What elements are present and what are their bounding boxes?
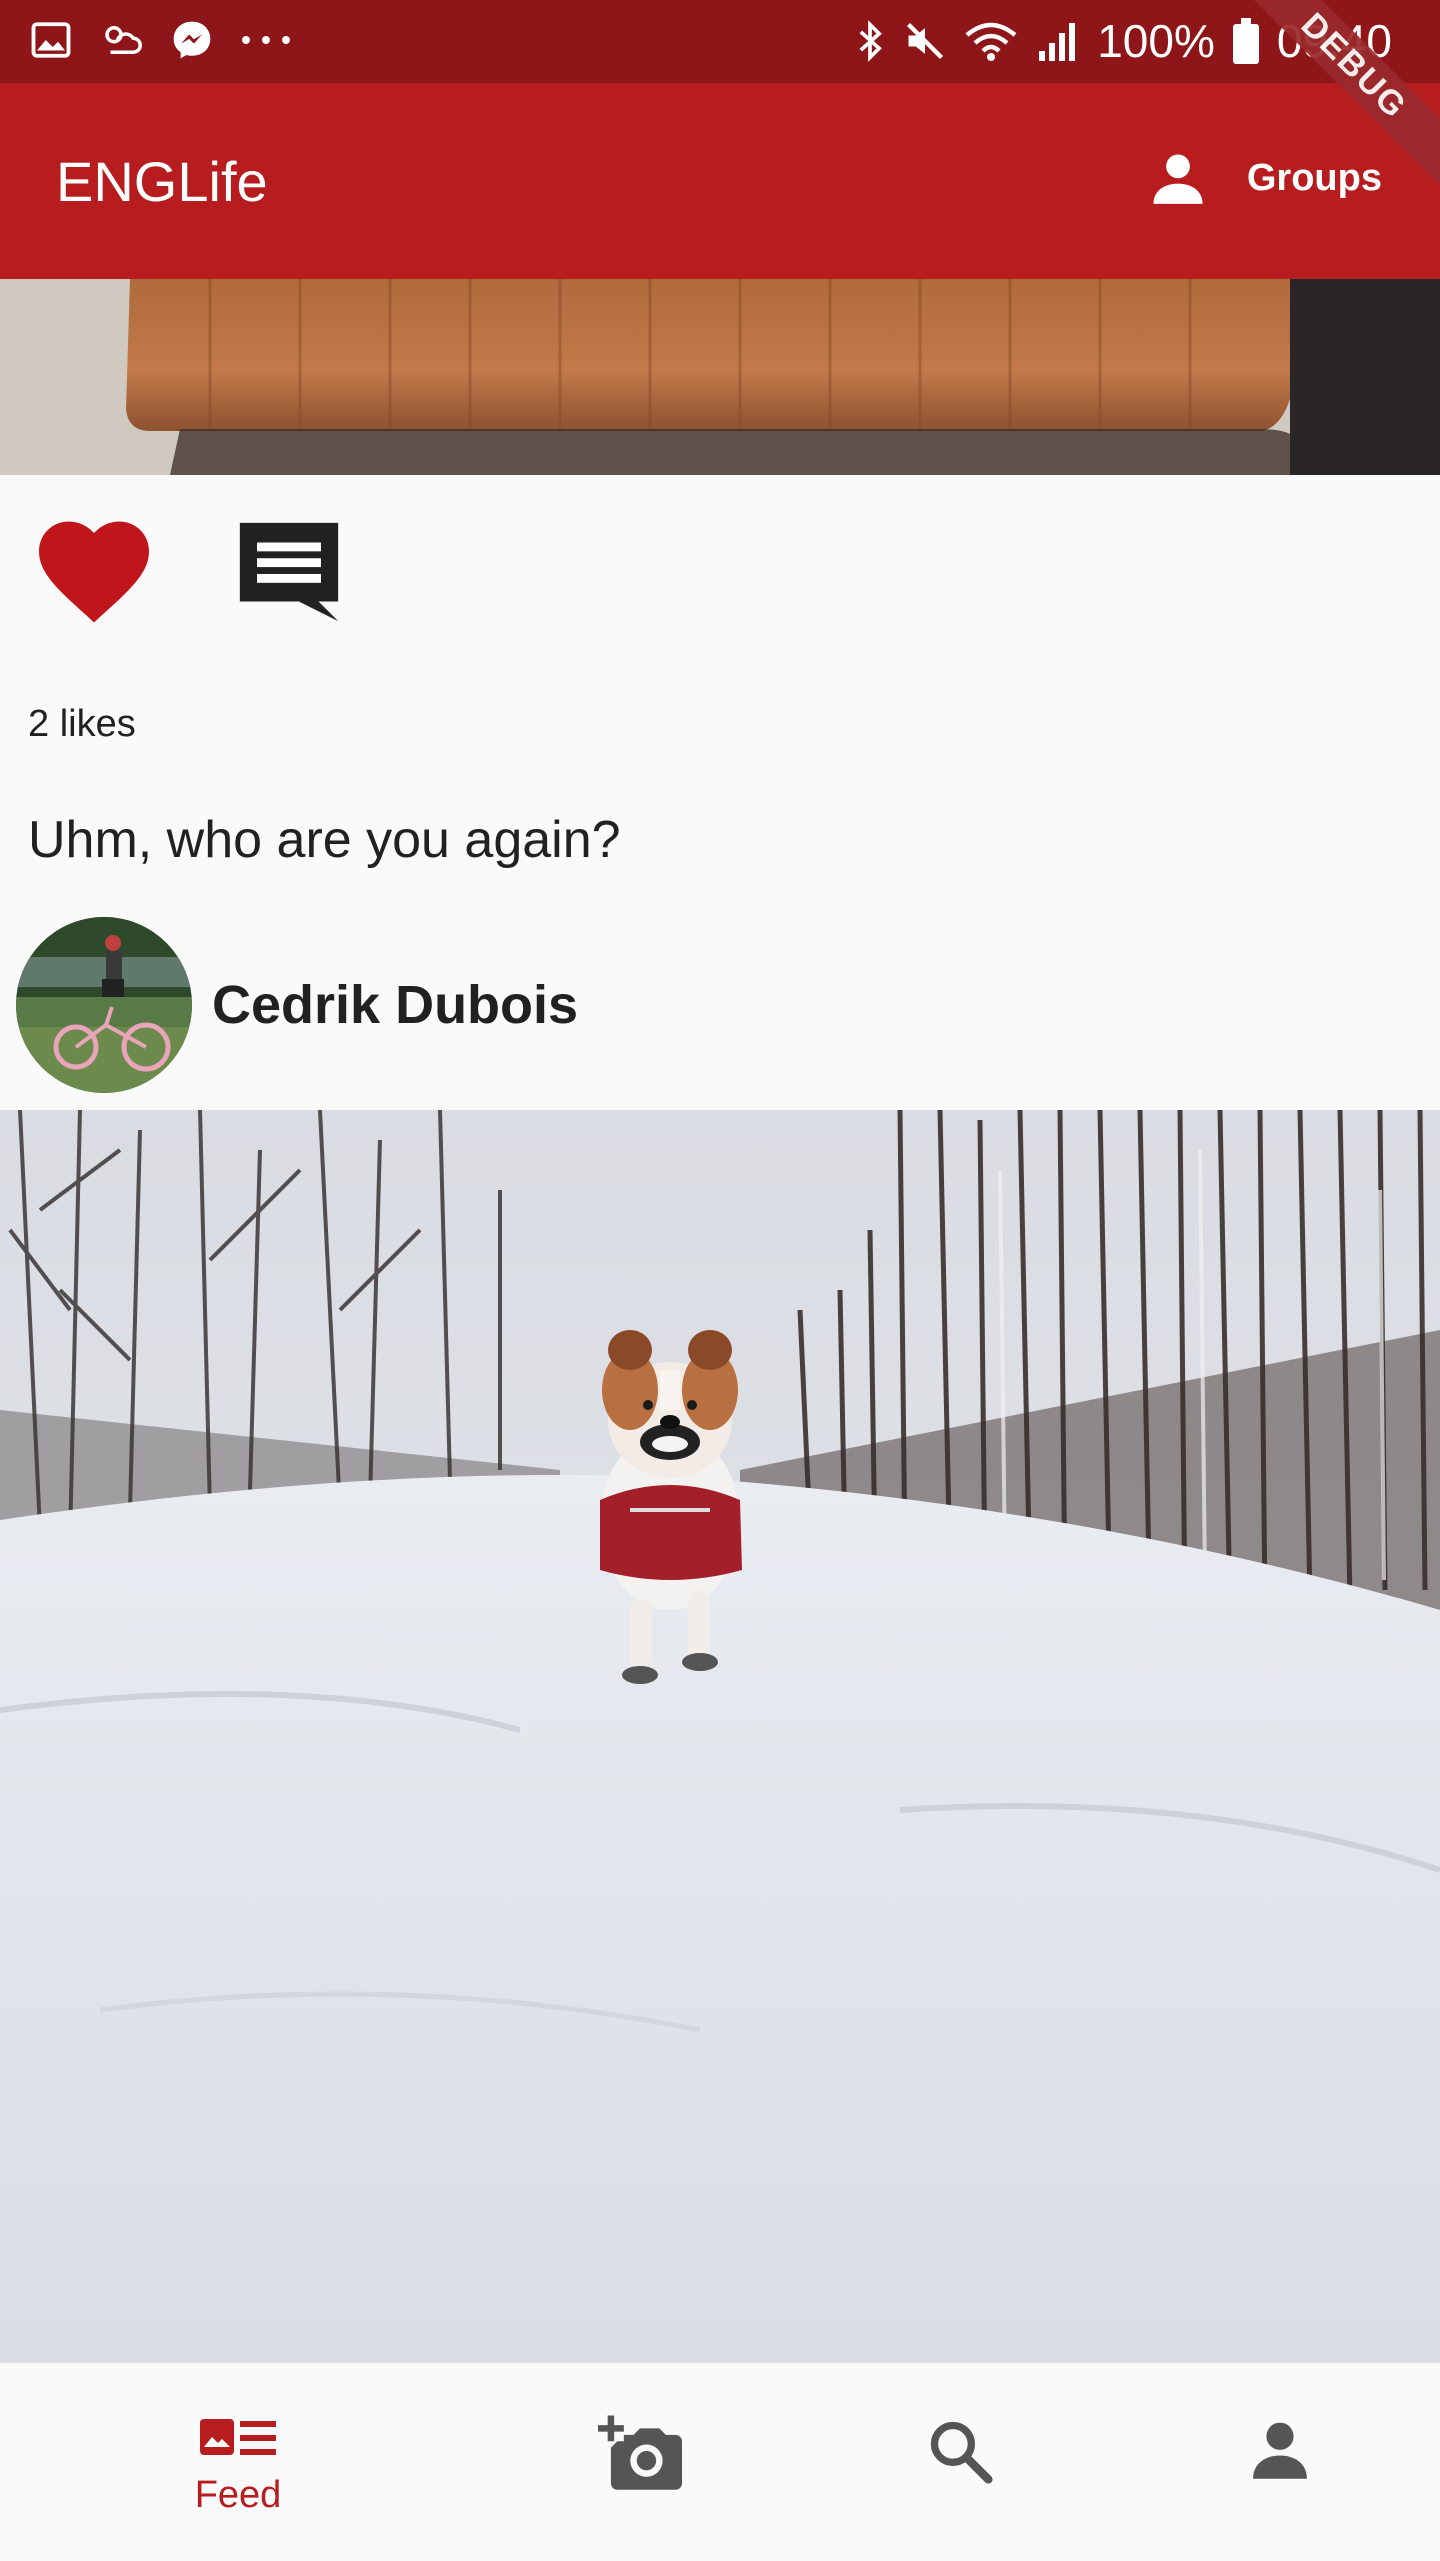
post-actions — [0, 475, 1440, 645]
status-notification-icons — [30, 18, 292, 62]
previous-post-photo — [0, 279, 1440, 475]
heart-icon — [39, 521, 149, 623]
like-button[interactable] — [34, 515, 154, 630]
wooden-object-image — [0, 279, 1440, 475]
person-icon — [1253, 2422, 1307, 2479]
battery-icon — [1232, 18, 1259, 64]
nav-item-upload[interactable] — [460, 2363, 820, 2561]
more-dots-icon — [242, 36, 290, 44]
bottom-navigation: Feed — [0, 2362, 1440, 2561]
avatar[interactable] — [16, 917, 192, 1093]
weather-icon — [105, 26, 142, 54]
post-caption: Uhm, who are you again? — [28, 811, 621, 869]
avatar-image — [16, 917, 192, 1093]
likes-count: 2 likes — [28, 703, 136, 745]
feed-icon — [200, 2419, 276, 2455]
search-icon — [930, 2421, 993, 2484]
add-photo-icon — [598, 2415, 682, 2490]
battery-percent: 100% — [1097, 15, 1215, 67]
comment-button[interactable] — [228, 513, 350, 636]
author-name: Cedrik Dubois — [212, 975, 579, 1035]
nav-item-profile[interactable] — [1100, 2363, 1440, 2561]
nav-label-feed: Feed — [194, 2474, 282, 2516]
groups-button[interactable]: Groups — [1147, 147, 1382, 209]
mute-icon — [907, 22, 944, 60]
signal-icon — [1039, 23, 1076, 61]
dog-in-snow-image — [0, 1110, 1440, 2362]
app-bar: ENGLife Groups — [0, 83, 1440, 279]
messenger-icon — [173, 21, 211, 59]
bluetooth-icon — [859, 20, 883, 62]
comment-icon — [239, 522, 339, 622]
nav-item-search[interactable] — [780, 2363, 1140, 2561]
wifi-icon — [965, 22, 1017, 61]
app-title: ENGLife — [56, 150, 268, 213]
person-icon — [1153, 154, 1203, 204]
post-author[interactable]: Cedrik Dubois — [16, 916, 578, 1094]
nav-item-feed[interactable]: Feed — [58, 2363, 418, 2561]
gallery-icon — [31, 22, 71, 58]
status-bar: 100% 09:40 — [0, 0, 1440, 83]
post-photo[interactable] — [0, 1110, 1440, 2362]
groups-label: Groups — [1246, 157, 1382, 199]
